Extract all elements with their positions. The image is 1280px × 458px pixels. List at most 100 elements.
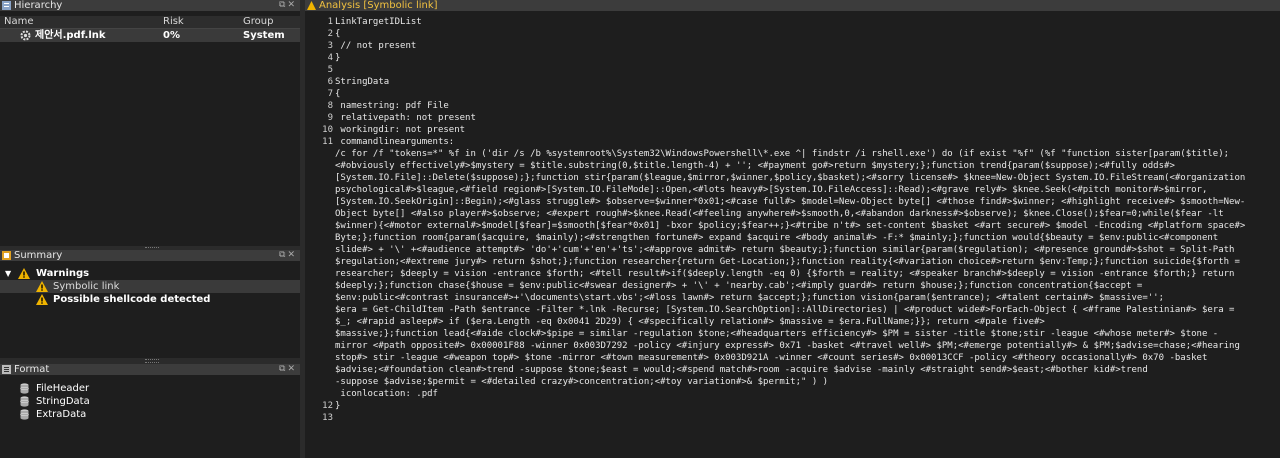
code-line: [System.IO.File]::Delete($suppose);};fun… (335, 173, 1246, 183)
code-line: // not present (335, 41, 417, 51)
code-line: } (335, 401, 341, 411)
column-name[interactable]: Name (4, 16, 34, 28)
line-number: 13 (322, 413, 333, 423)
code-line: Object byte[] <#also player#>$observe; <… (335, 209, 1224, 219)
format-title: Format (14, 364, 50, 375)
line-number (305, 220, 333, 232)
code-line: { (335, 29, 341, 39)
gear-icon (20, 30, 31, 41)
line-number (305, 160, 333, 172)
code-line: LinkTargetIDList (335, 17, 422, 27)
line-number (305, 292, 333, 304)
hierarchy-titlebar: Hierarchy ⧉✕ (0, 0, 300, 11)
code-line: $advise;<#foundation clean#>trend -suppo… (335, 365, 1148, 375)
line-number (305, 388, 333, 400)
code-line: namestring: pdf File (335, 101, 449, 111)
code-line: $env:public<#contrast insurance#>+'\docu… (335, 293, 1165, 303)
format-icon (2, 365, 11, 374)
panel-controls[interactable]: ⧉✕ (279, 250, 297, 261)
code-line: slide#> + '\' +<#audience attempt#> 'do'… (335, 245, 1235, 255)
line-number (305, 352, 333, 364)
line-number: 9 (327, 113, 333, 123)
summary-item[interactable]: Possible shellcode detected (0, 293, 300, 306)
code-line: StringData (335, 77, 390, 87)
code-line: Byte;};function room{param($acquire, $ma… (335, 233, 1219, 243)
line-number: 6 (327, 77, 333, 87)
line-number (305, 232, 333, 244)
line-number: 12 (322, 401, 333, 411)
summary-title: Summary (14, 250, 63, 261)
panel-controls[interactable]: ⧉✕ (279, 364, 297, 375)
analysis-panel: Analysis [Symbolic link] 1 2 3 4 5 6 7 8 9 10 11 12… (305, 0, 1280, 458)
file-group: System (243, 30, 285, 41)
code-line: iconlocation: .pdf (335, 389, 438, 399)
code-line: $winner){<#motor external#>$model[$fear]… (335, 221, 1246, 231)
code-line: { (335, 89, 341, 99)
line-number: 8 (327, 101, 333, 111)
line-number (305, 148, 333, 160)
close-icon[interactable]: ✕ (287, 250, 297, 260)
file-risk: 0% (163, 30, 180, 41)
collapse-arrow-icon[interactable]: ▼ (5, 267, 11, 280)
format-item-label: FileHeader (36, 383, 90, 394)
database-icon (20, 396, 29, 407)
summary-icon (2, 251, 11, 260)
warnings-label: Warnings (36, 268, 90, 279)
file-name: 제안서.pdf.lnk (35, 30, 106, 41)
summary-item-label: Symbolic link (53, 281, 120, 292)
line-number: 4 (327, 53, 333, 63)
analysis-title: Analysis [Symbolic link] (319, 0, 438, 11)
code-view[interactable]: 1 2 3 4 5 6 7 8 9 10 11 12 13 LinkTargetIDList{ // n… (305, 16, 1280, 458)
line-number (305, 304, 333, 316)
code-text[interactable]: LinkTargetIDList { // not present} StringD… (335, 16, 1277, 412)
warnings-node[interactable]: ▼ Warnings (0, 267, 300, 280)
hierarchy-panel: Hierarchy ⧉✕ Name Risk Group 제안서.pdf.lnk… (0, 0, 300, 246)
summary-panel: Summary ⧉✕ ▼ Warnings Symbolic link Poss… (0, 250, 300, 358)
warning-icon (18, 268, 30, 279)
format-panel: Format ⧉✕ FileHeader StringData ExtraDat… (0, 364, 300, 458)
line-number (305, 256, 333, 268)
line-number (305, 340, 333, 352)
line-number: 11 (322, 137, 333, 147)
line-number (305, 184, 333, 196)
close-icon[interactable]: ✕ (287, 0, 297, 10)
code-line: <#obviously effectively#>$mystery = $tit… (335, 161, 1175, 171)
code-line: $regulation;<#extreme jury#> return $sho… (335, 257, 1240, 267)
panel-controls[interactable]: ⧉✕ (279, 0, 297, 11)
code-line: researcher; $deeply = vision -entrance $… (335, 269, 1235, 279)
line-number (305, 376, 333, 388)
column-risk[interactable]: Risk (163, 16, 184, 28)
line-number: 10 (322, 125, 333, 135)
warning-icon (36, 281, 48, 292)
code-line: } (335, 53, 341, 63)
code-line: $deeply;};function chase{$house = $env:p… (335, 281, 1143, 291)
format-item-label: StringData (36, 396, 90, 407)
line-number (305, 364, 333, 376)
line-number (305, 280, 333, 292)
splitter-handle[interactable] (0, 358, 300, 363)
close-icon[interactable]: ✕ (287, 364, 297, 374)
format-titlebar: Format ⧉✕ (0, 364, 300, 375)
line-number (305, 244, 333, 256)
hierarchy-icon (2, 1, 11, 10)
code-line: [System.IO.SeekOrigin]::Begin);<#glass s… (335, 197, 1246, 207)
code-line: commandlinearguments: (335, 137, 455, 147)
summary-item-label: Possible shellcode detected (53, 294, 211, 305)
line-number: 3 (327, 41, 333, 51)
line-number (305, 316, 333, 328)
code-line: -suppose $advise;$permit = <#detailed cr… (335, 377, 829, 387)
line-number (305, 172, 333, 184)
line-number (305, 268, 333, 280)
line-number: 2 (327, 29, 333, 39)
hierarchy-row[interactable]: 제안서.pdf.lnk 0% System (0, 29, 300, 42)
line-number (305, 196, 333, 208)
line-number-gutter: 1 2 3 4 5 6 7 8 9 10 11 12 13 (305, 16, 333, 424)
summary-item[interactable]: Symbolic link (0, 280, 300, 293)
code-line: $massive;};function lead{<#aide clock#>$… (335, 329, 1219, 339)
database-icon (20, 383, 29, 394)
analysis-titlebar: Analysis [Symbolic link] (305, 0, 1280, 11)
warning-icon (36, 294, 48, 305)
line-number: 5 (327, 65, 333, 75)
column-group[interactable]: Group (243, 16, 273, 28)
